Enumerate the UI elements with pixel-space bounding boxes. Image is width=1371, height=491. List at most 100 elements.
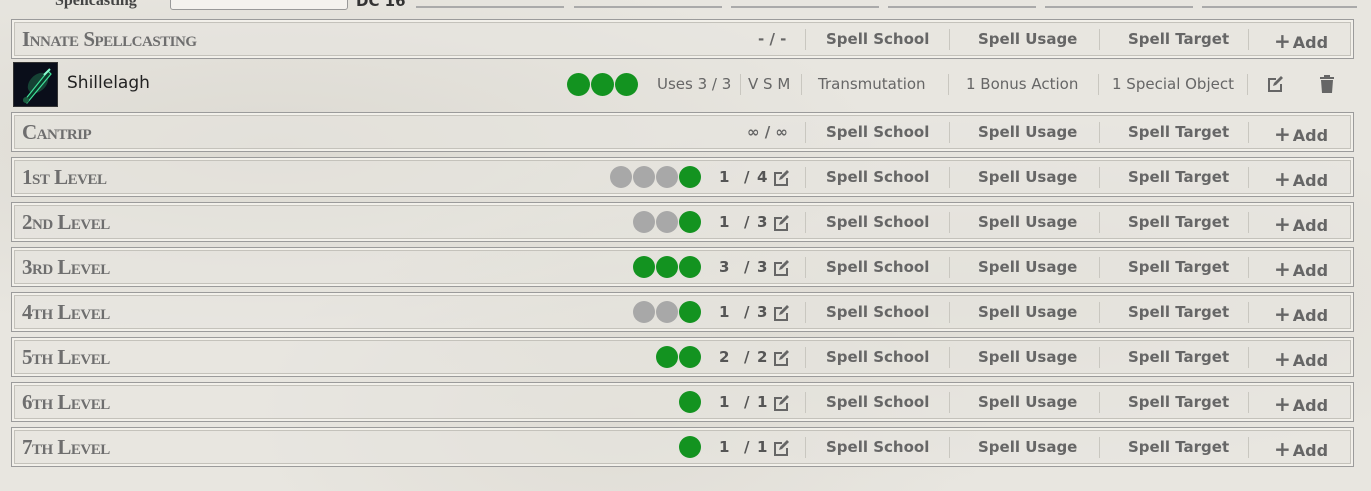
edit-icon[interactable] — [771, 258, 791, 278]
use-dot[interactable] — [567, 73, 590, 96]
slot-current[interactable]: 2 — [719, 348, 729, 366]
slot-current[interactable]: 3 — [719, 258, 729, 276]
add-label: Add — [1292, 441, 1329, 460]
used-slot-dot[interactable] — [656, 166, 678, 188]
divider — [1099, 392, 1100, 413]
available-slot-dot[interactable] — [656, 346, 678, 368]
spell-name[interactable]: Shillelagh — [67, 73, 150, 93]
available-slot-dot[interactable] — [679, 211, 701, 233]
used-slot-dot[interactable] — [633, 166, 655, 188]
divider — [949, 302, 950, 323]
divider — [805, 347, 806, 368]
header-field[interactable] — [888, 0, 1036, 8]
divider — [1248, 437, 1249, 458]
edit-icon[interactable] — [771, 168, 791, 188]
add-spell-button[interactable]: + Add — [1274, 167, 1328, 191]
add-spell-button[interactable]: + Add — [1274, 347, 1328, 371]
slot-current[interactable]: 1 — [719, 168, 729, 186]
spell-target-header: Spell Target — [1128, 123, 1230, 141]
divider — [949, 29, 950, 50]
spellcasting-ability-select[interactable] — [170, 0, 348, 10]
edit-icon[interactable] — [771, 303, 791, 323]
header-field[interactable] — [1202, 0, 1357, 8]
spell-slot-dots[interactable] — [633, 256, 701, 278]
used-slot-dot[interactable] — [656, 211, 678, 233]
section-title: Cantrip — [22, 120, 92, 144]
used-slot-dot[interactable] — [633, 301, 655, 323]
available-slot-dot[interactable] — [656, 256, 678, 278]
use-dot[interactable] — [615, 73, 638, 96]
slot-max: 1 — [757, 393, 768, 411]
edit-icon[interactable] — [1265, 74, 1285, 94]
header-field[interactable] — [574, 0, 722, 8]
slot-current[interactable]: 1 — [719, 438, 729, 456]
spell-school-value: Transmutation — [818, 75, 926, 93]
add-spell-button[interactable]: + Add — [1274, 302, 1328, 326]
divider — [949, 212, 950, 233]
spell-school-header: Spell School — [826, 258, 930, 276]
divider — [740, 74, 741, 95]
spell-slot-dots[interactable] — [656, 346, 701, 368]
edit-icon[interactable] — [771, 438, 791, 458]
spell-dc-label: DC 16 — [356, 0, 406, 10]
available-slot-dot[interactable] — [679, 166, 701, 188]
shillelagh-spell-icon — [13, 62, 58, 107]
add-spell-button[interactable]: + Add — [1274, 392, 1328, 416]
slot-separator: / — [744, 438, 750, 456]
plus-icon: + — [1274, 347, 1291, 371]
use-dot[interactable] — [591, 73, 614, 96]
spell-slot-dots[interactable] — [679, 436, 701, 458]
divider — [1099, 122, 1100, 143]
add-spell-button[interactable]: + Add — [1274, 257, 1328, 281]
available-slot-dot[interactable] — [679, 301, 701, 323]
header-field[interactable] — [416, 0, 564, 8]
edit-icon[interactable] — [771, 213, 791, 233]
spell-level-row: 4th Level 1 / 3 Spell School Spell Usage Spell… — [11, 292, 1354, 332]
spell-school-header: Spell School — [826, 30, 930, 48]
available-slot-dot[interactable] — [679, 346, 701, 368]
available-slot-dot[interactable] — [679, 256, 701, 278]
add-spell-button[interactable]: + Add — [1274, 29, 1328, 53]
used-slot-dot[interactable] — [656, 301, 678, 323]
add-spell-button[interactable]: + Add — [1274, 437, 1328, 461]
used-slot-dot[interactable] — [610, 166, 632, 188]
spell-row-shillelagh[interactable]: Shillelagh Uses 3 / 3 V S M Transmutatio… — [11, 60, 1354, 110]
spell-uses-dots[interactable] — [567, 73, 638, 96]
slot-current[interactable]: 1 — [719, 213, 729, 231]
spellcasting-header-strip: Spellcasting DC 16 — [0, 0, 1371, 12]
add-spell-button[interactable]: + Add — [1274, 122, 1328, 146]
divider — [1098, 74, 1099, 95]
available-slot-dot[interactable] — [679, 391, 701, 413]
divider — [805, 212, 806, 233]
divider — [948, 74, 949, 95]
spell-slot-dots[interactable] — [610, 166, 701, 188]
divider — [1247, 74, 1248, 95]
spell-level-row: 2nd Level 1 / 3 Spell School Spell Usage Spell… — [11, 202, 1354, 242]
edit-icon[interactable] — [771, 348, 791, 368]
available-slot-dot[interactable] — [633, 256, 655, 278]
divider — [1248, 167, 1249, 188]
spell-usage-header: Spell Usage — [978, 123, 1078, 141]
trash-icon[interactable] — [1317, 74, 1337, 94]
slot-current[interactable]: 1 — [719, 303, 729, 321]
add-spell-button[interactable]: + Add — [1274, 212, 1328, 236]
header-field[interactable] — [1045, 0, 1193, 8]
edit-icon[interactable] — [771, 393, 791, 413]
spell-usage-header: Spell Usage — [978, 258, 1078, 276]
slot-max: 4 — [757, 168, 768, 186]
plus-icon: + — [1274, 167, 1291, 191]
header-field[interactable] — [731, 0, 879, 8]
spell-components: V S M — [748, 75, 791, 93]
divider — [801, 74, 802, 95]
available-slot-dot[interactable] — [679, 436, 701, 458]
spell-usage-header: Spell Usage — [978, 348, 1078, 366]
spell-slot-dots[interactable] — [633, 301, 701, 323]
spell-school-header: Spell School — [826, 303, 930, 321]
spell-school-header: Spell School — [826, 348, 930, 366]
slot-current[interactable]: 1 — [719, 393, 729, 411]
add-label: Add — [1292, 33, 1329, 52]
spell-slot-dots[interactable] — [679, 391, 701, 413]
spell-slot-dots[interactable] — [633, 211, 701, 233]
slot-max: 3 — [757, 213, 768, 231]
used-slot-dot[interactable] — [633, 211, 655, 233]
